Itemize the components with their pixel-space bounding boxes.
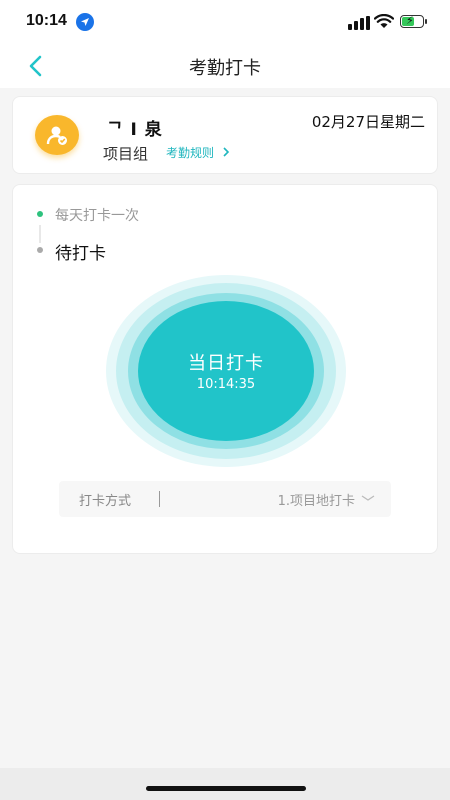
avatar-user-check-icon bbox=[35, 115, 79, 155]
status-bar: 10:14 ⚡ bbox=[0, 0, 450, 46]
timeline-connector bbox=[39, 225, 41, 243]
user-name: ᄀ I 泉 bbox=[107, 120, 163, 140]
wifi-icon bbox=[374, 14, 394, 28]
signal-icon bbox=[348, 16, 370, 30]
battery-cap bbox=[425, 19, 427, 24]
punch-method-select[interactable]: 打卡方式 1.项目地打卡 bbox=[59, 481, 391, 517]
battery-icon: ⚡ bbox=[400, 14, 424, 28]
location-arrow-icon bbox=[76, 13, 94, 31]
status-time: 10:14 bbox=[26, 12, 67, 29]
punch-button-label: 当日打卡 bbox=[188, 353, 264, 374]
page-title: 考勤打卡 bbox=[189, 58, 261, 79]
timeline-dot-pending bbox=[37, 247, 43, 253]
punch-frequency: 每天打卡一次 bbox=[55, 208, 139, 224]
user-info-card: ᄀ I 泉 项目组 考勤规则 02月27日星期二 bbox=[12, 96, 438, 174]
nav-bar: 考勤打卡 bbox=[0, 46, 450, 88]
home-indicator bbox=[146, 786, 306, 791]
current-date: 02月27日星期二 bbox=[311, 113, 425, 131]
punch-status: 待打卡 bbox=[55, 244, 106, 264]
punch-method-label: 打卡方式 bbox=[79, 494, 132, 509]
attendance-rules-link[interactable]: 考勤规则 bbox=[166, 144, 230, 161]
user-group: 项目组 bbox=[103, 145, 149, 163]
divider bbox=[159, 491, 160, 507]
punch-button-time: 10:14:35 bbox=[196, 377, 256, 392]
chevron-down-icon bbox=[361, 495, 375, 501]
bottom-area bbox=[0, 768, 450, 800]
punch-in-button[interactable]: 当日打卡 10:14:35 bbox=[106, 275, 346, 467]
timeline-dot-active bbox=[37, 211, 43, 217]
chevron-right-icon bbox=[218, 146, 230, 160]
punch-method-value: 1.项目地打卡 bbox=[277, 494, 355, 509]
attendance-rules-label: 考勤规则 bbox=[166, 146, 215, 160]
punch-card: 每天打卡一次 待打卡 当日打卡 10:14:35 打卡方式 1.项目地打卡 bbox=[12, 184, 438, 554]
